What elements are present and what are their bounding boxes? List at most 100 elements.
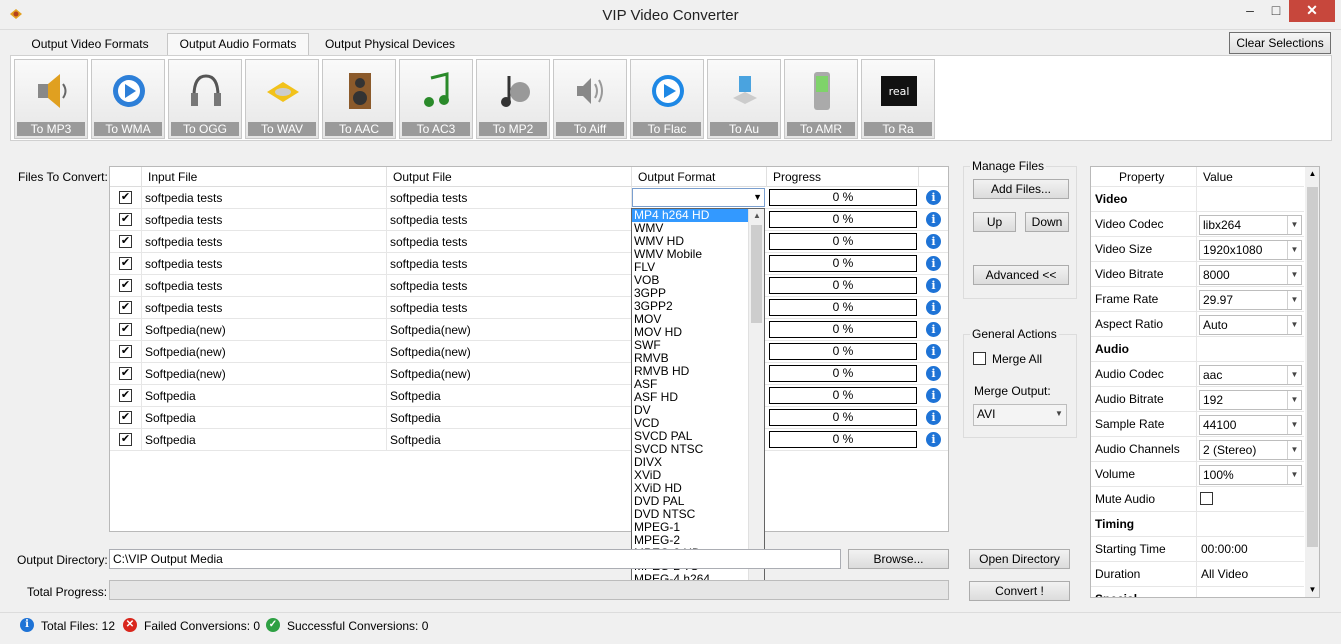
row-checkbox[interactable]: ✔ [119,433,132,446]
row-checkbox[interactable]: ✔ [119,279,132,292]
tab-output-video-formats[interactable]: Output Video Formats [20,33,160,55]
table-row[interactable]: ✔ Softpedia Softpedia 0 % i [110,429,948,451]
properties-scroll-thumb[interactable] [1307,187,1318,547]
table-row[interactable]: ✔ Softpedia(new) Softpedia(new) 0 % i [110,341,948,363]
property-row[interactable]: Video Codec libx264 ▼ [1091,212,1304,237]
info-icon[interactable]: i [926,322,941,337]
property-row[interactable]: Starting Time 00:00:00 [1091,537,1304,562]
table-row[interactable]: ✔ Softpedia(new) Softpedia(new) 0 % i [110,363,948,385]
output-directory-field[interactable]: C:\VIP Output Media [109,549,841,569]
table-row[interactable]: ✔ Softpedia(new) Softpedia(new) 0 % i [110,319,948,341]
row-checkbox[interactable]: ✔ [119,213,132,226]
convert-to-aac-button[interactable]: To AAC [322,59,396,139]
row-checkbox[interactable]: ✔ [119,323,132,336]
table-row[interactable]: ✔ softpedia tests softpedia tests ▼ 0 % i [110,187,948,209]
property-select[interactable]: aac ▼ [1199,365,1302,385]
table-row[interactable]: ✔ Softpedia Softpedia 0 % i [110,407,948,429]
convert-to-ogg-button[interactable]: To OGG [168,59,242,139]
row-checkbox[interactable]: ✔ [119,257,132,270]
info-icon[interactable]: i [926,300,941,315]
property-row[interactable]: Video Bitrate 8000 ▼ [1091,262,1304,287]
minimize-button[interactable]: – [1237,0,1263,22]
property-value[interactable]: 00:00:00 [1201,537,1248,562]
property-select[interactable]: 29.97 ▼ [1199,290,1302,310]
convert-to-mp2-button[interactable]: To MP2 [476,59,550,139]
property-select[interactable]: libx264 ▼ [1199,215,1302,235]
info-icon[interactable]: i [926,366,941,381]
row-checkbox[interactable]: ✔ [119,367,132,380]
info-icon[interactable]: i [926,388,941,403]
property-select[interactable]: 8000 ▼ [1199,265,1302,285]
dropdown-scroll-thumb[interactable] [751,225,762,323]
convert-to-amr-button[interactable]: To AMR [784,59,858,139]
scroll-down-icon[interactable]: ▼ [1305,583,1319,597]
merge-output-select[interactable]: AVI ▼ [973,404,1067,426]
grid-header-progress[interactable]: Progress [767,167,919,187]
info-icon[interactable]: i [926,344,941,359]
convert-to-wav-button[interactable]: To WAV [245,59,319,139]
property-row[interactable]: Video Size 1920x1080 ▼ [1091,237,1304,262]
info-icon[interactable]: i [926,190,941,205]
info-icon[interactable]: i [926,278,941,293]
table-row[interactable]: ✔ softpedia tests softpedia tests 0 % i [110,209,948,231]
scroll-up-icon[interactable]: ▲ [749,209,764,223]
row-checkbox[interactable]: ✔ [119,301,132,314]
maximize-button[interactable]: □ [1263,0,1289,22]
property-row[interactable]: Audio Bitrate 192 ▼ [1091,387,1304,412]
convert-to-ac3-button[interactable]: To AC3 [399,59,473,139]
grid-header-input[interactable]: Input File [142,167,387,187]
info-icon[interactable]: i [926,432,941,447]
close-button[interactable]: ✕ [1289,0,1335,22]
move-up-button[interactable]: Up [973,212,1016,232]
property-row[interactable]: Frame Rate 29.97 ▼ [1091,287,1304,312]
merge-all-checkbox[interactable] [973,352,986,365]
property-row[interactable]: Audio Channels 2 (Stereo) ▼ [1091,437,1304,462]
move-down-button[interactable]: Down [1025,212,1069,232]
property-row[interactable]: Sample Rate 44100 ▼ [1091,412,1304,437]
properties-scrollbar[interactable]: ▲ ▼ [1305,167,1319,597]
info-icon[interactable]: i [926,212,941,227]
table-row[interactable]: ✔ softpedia tests softpedia tests 0 % i [110,253,948,275]
row-checkbox[interactable]: ✔ [119,345,132,358]
table-row[interactable]: ✔ Softpedia Softpedia 0 % i [110,385,948,407]
output-format-combo[interactable]: ▼ [632,188,765,207]
advanced-button[interactable]: Advanced << [973,265,1069,285]
property-select[interactable]: 192 ▼ [1199,390,1302,410]
property-value[interactable]: All Video [1201,562,1248,587]
property-select[interactable]: 44100 ▼ [1199,415,1302,435]
grid-header-output[interactable]: Output File [387,167,632,187]
info-icon[interactable]: i [926,410,941,425]
grid-header-format[interactable]: Output Format [632,167,767,187]
convert-to-aiff-button[interactable]: To Aiff [553,59,627,139]
property-select[interactable]: 1920x1080 ▼ [1199,240,1302,260]
scroll-up-icon[interactable]: ▲ [1305,167,1319,181]
property-row[interactable]: Duration All Video [1091,562,1304,587]
row-checkbox[interactable]: ✔ [119,389,132,402]
convert-button[interactable]: Convert ! [969,581,1070,601]
row-checkbox[interactable]: ✔ [119,235,132,248]
table-row[interactable]: ✔ softpedia tests softpedia tests 0 % i [110,231,948,253]
property-select[interactable]: 100% ▼ [1199,465,1302,485]
clear-selections-button[interactable]: Clear Selections [1229,32,1331,54]
info-icon[interactable]: i [926,256,941,271]
mute-audio-checkbox[interactable] [1200,492,1213,505]
open-directory-button[interactable]: Open Directory [969,549,1070,569]
info-icon[interactable]: i [926,234,941,249]
convert-to-flac-button[interactable]: To Flac [630,59,704,139]
property-row[interactable]: Audio Codec aac ▼ [1091,362,1304,387]
row-checkbox[interactable]: ✔ [119,191,132,204]
property-row[interactable]: Volume 100% ▼ [1091,462,1304,487]
row-checkbox[interactable]: ✔ [119,411,132,424]
tab-output-physical-devices[interactable]: Output Physical Devices [315,33,465,55]
property-select[interactable]: 2 (Stereo) ▼ [1199,440,1302,460]
output-format-dropdown[interactable]: MP4 h264 HD WMV WMV HD WMV Mobile FLV VOB 3GPP… [631,208,765,600]
property-select[interactable]: Auto ▼ [1199,315,1302,335]
property-row[interactable]: Mute Audio [1091,487,1304,512]
add-files-button[interactable]: Add Files... [973,179,1069,199]
convert-to-au-button[interactable]: To Au [707,59,781,139]
dropdown-option[interactable]: ASF HD [632,391,764,404]
table-row[interactable]: ✔ softpedia tests softpedia tests 0 % i [110,297,948,319]
property-row[interactable]: Aspect Ratio Auto ▼ [1091,312,1304,337]
browse-button[interactable]: Browse... [848,549,949,569]
convert-to-mp3-button[interactable]: To MP3 [14,59,88,139]
